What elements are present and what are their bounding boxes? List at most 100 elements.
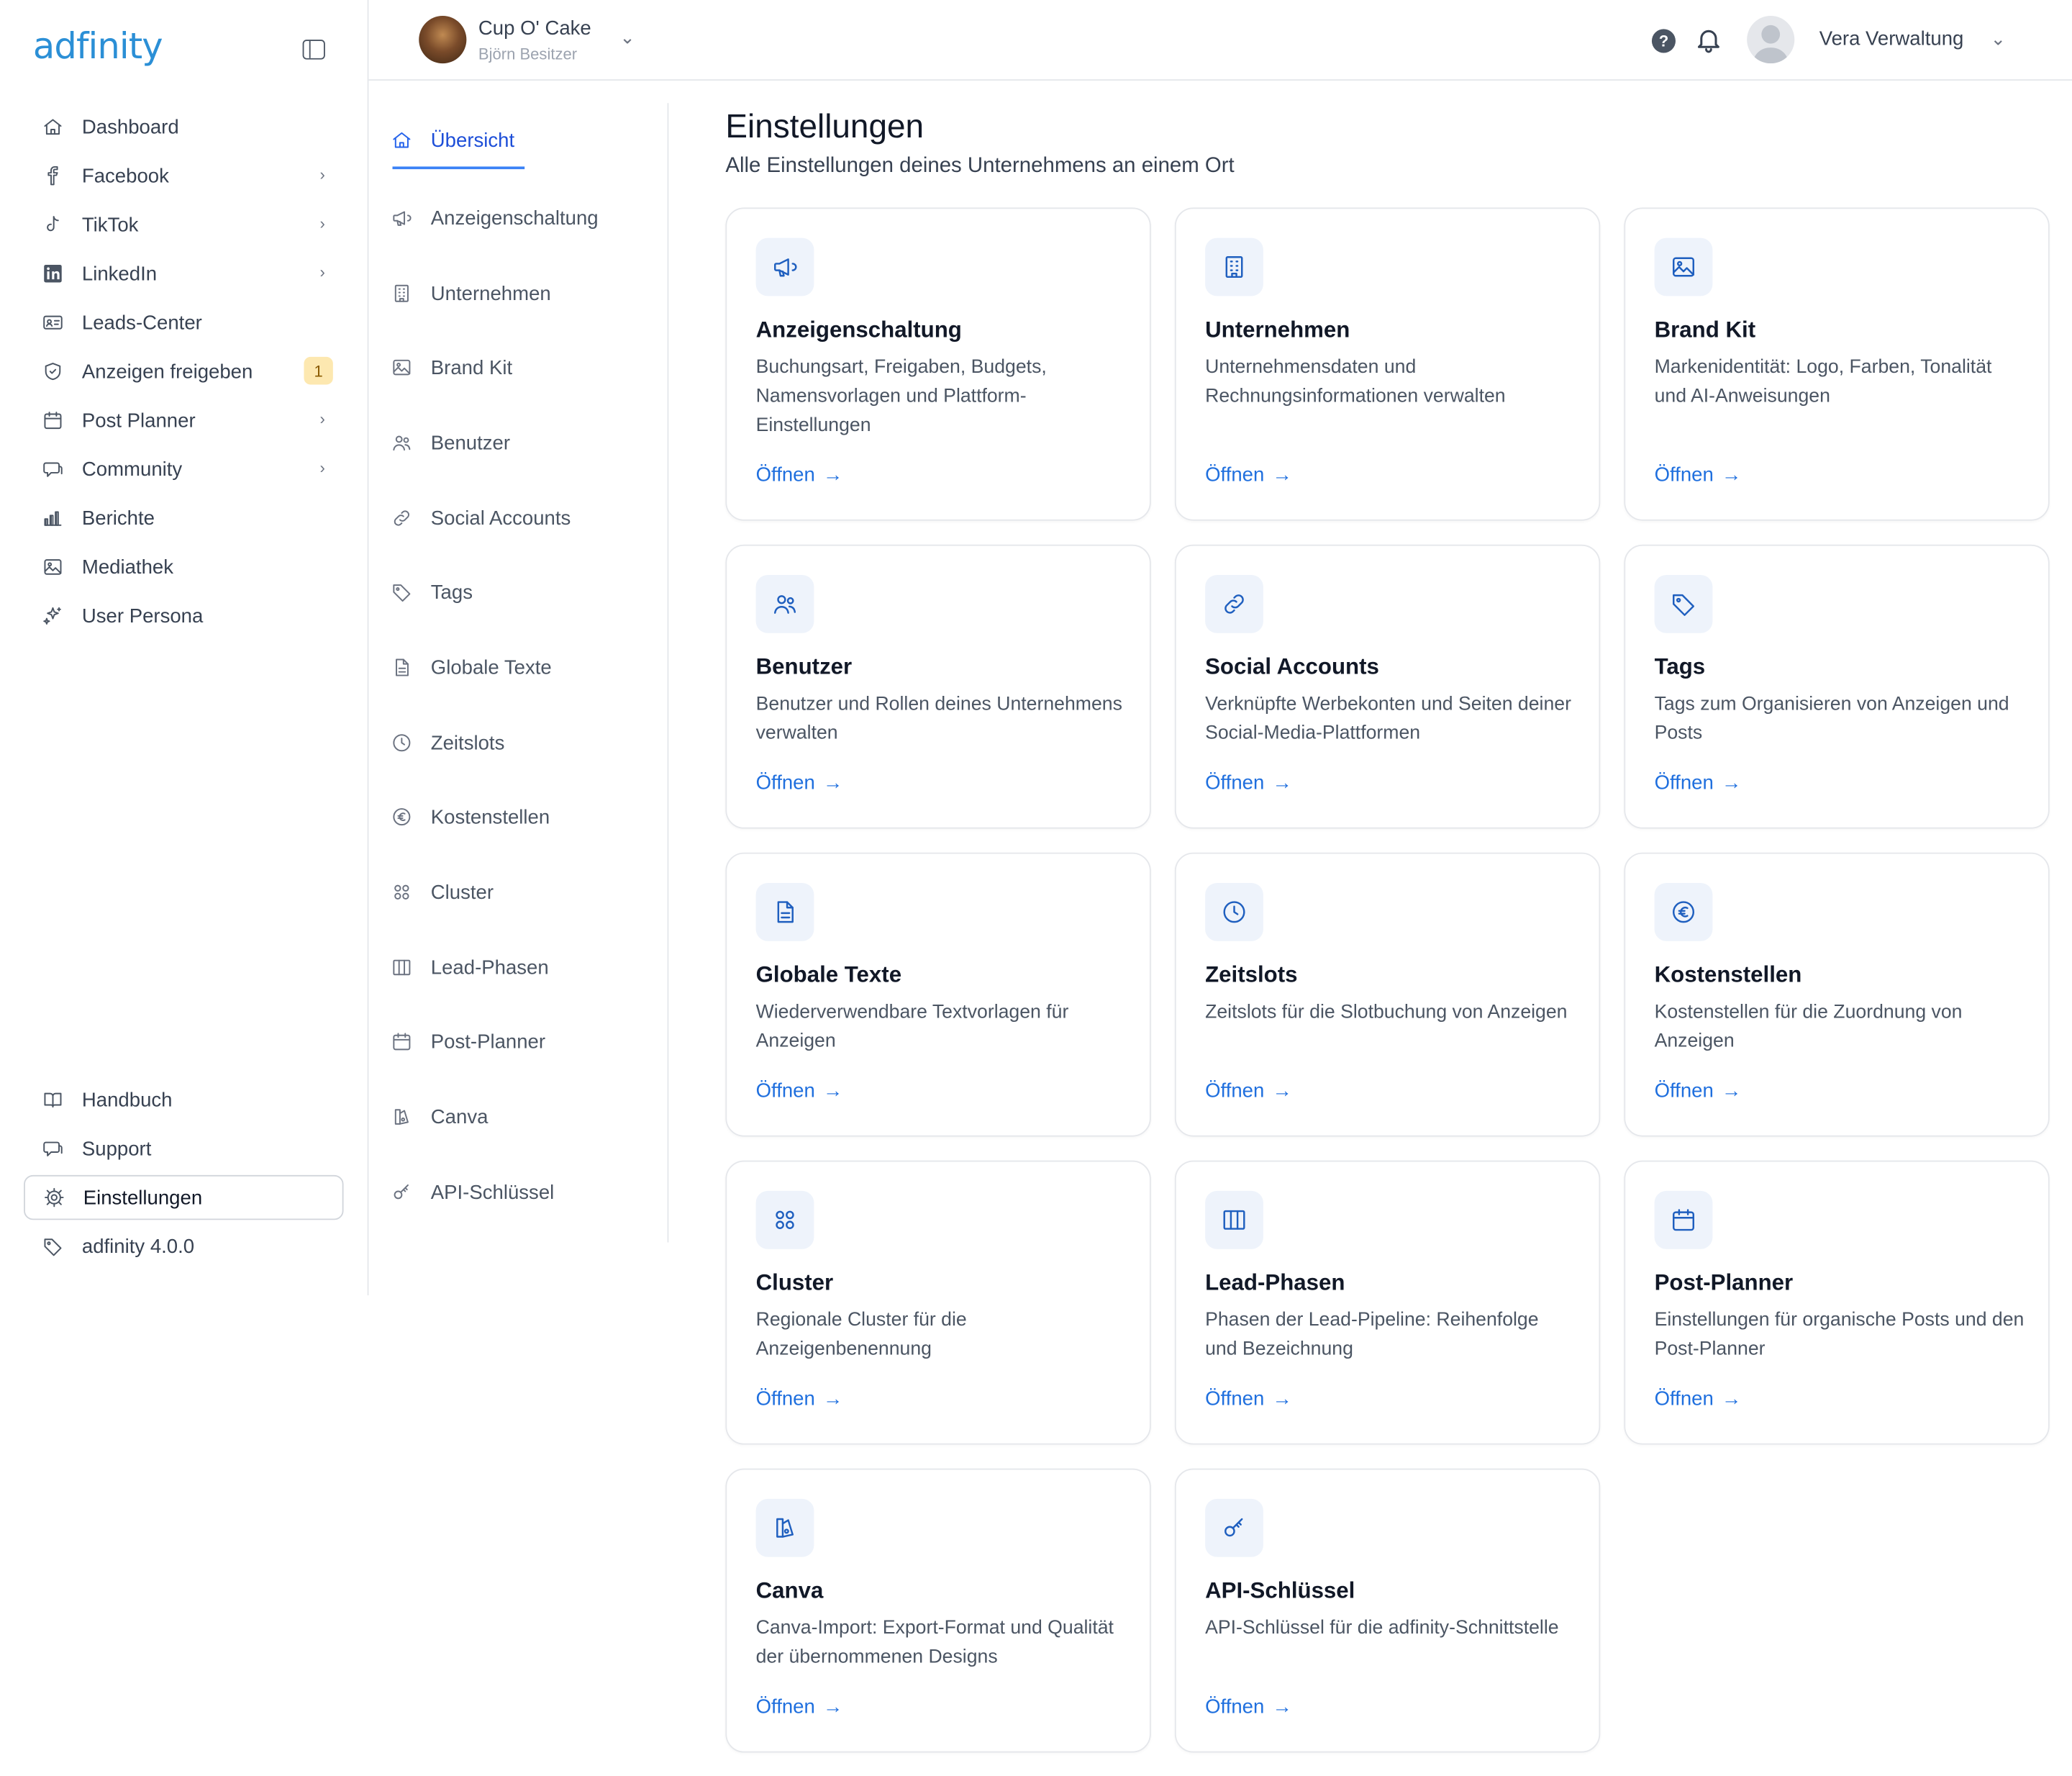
- adfinity-logo[interactable]: adfinity: [33, 27, 163, 68]
- gear-icon: [44, 1187, 65, 1208]
- sidebar-item-user-persona[interactable]: User Persona: [24, 594, 343, 638]
- open-link[interactable]: Öffnen →: [1655, 1388, 1742, 1410]
- open-link[interactable]: Öffnen →: [756, 1388, 843, 1410]
- open-link[interactable]: Öffnen →: [756, 464, 843, 486]
- sidebar-item-anzeigen-freigeben[interactable]: Anzeigen freigeben 1: [24, 349, 343, 394]
- subnav-item-label: Brand Kit: [430, 356, 513, 379]
- subnav-item-label: Kostenstellen: [430, 805, 550, 828]
- company-avatar[interactable]: [419, 16, 467, 64]
- arrow-right-icon: →: [1721, 463, 1742, 486]
- user-name[interactable]: Vera Verwaltung: [1819, 28, 1964, 50]
- open-link[interactable]: Öffnen →: [1655, 1080, 1742, 1102]
- sidebar-item-dashboard[interactable]: Dashboard: [24, 104, 343, 149]
- user-avatar[interactable]: [1747, 16, 1795, 64]
- chevron-right-icon: ›: [319, 214, 325, 233]
- open-link[interactable]: Öffnen →: [1205, 1080, 1292, 1102]
- sidebar-item-einstellungen[interactable]: Einstellungen: [24, 1174, 344, 1220]
- subnav-item-lead-phasen[interactable]: Lead-Phasen: [391, 945, 549, 989]
- notification-bell-icon[interactable]: [1694, 25, 1723, 54]
- subnav-item-benutzer[interactable]: Benutzer: [391, 420, 510, 465]
- open-link[interactable]: Öffnen →: [1655, 772, 1742, 794]
- company-switcher-chevron-icon[interactable]: ⌄: [619, 27, 635, 49]
- id-card-icon: [42, 312, 63, 332]
- subnav-item-globale-texte[interactable]: Globale Texte: [391, 645, 552, 689]
- sidebar-item-label: Facebook: [81, 164, 169, 187]
- settings-card-lead-phasen[interactable]: Lead-Phasen Phasen der Lead-Pipeline: Re…: [1174, 1160, 1601, 1445]
- sidebar-item-linkedin[interactable]: LinkedIn ›: [24, 251, 343, 296]
- open-link-label: Öffnen: [755, 1695, 815, 1718]
- subnav-item-label: Zeitslots: [430, 731, 505, 754]
- subnav-item-social-accounts[interactable]: Social Accounts: [391, 496, 571, 540]
- sidebar-item-tiktok[interactable]: TikTok ›: [24, 202, 343, 247]
- building-icon: [391, 283, 412, 304]
- subnav-item-label: Social Accounts: [430, 507, 571, 530]
- sidebar-item-community[interactable]: Community ›: [24, 447, 343, 491]
- subnav-item-canva[interactable]: Canva: [391, 1095, 489, 1139]
- image-icon: [1654, 237, 1713, 296]
- help-icon[interactable]: ?: [1651, 29, 1676, 53]
- subnav-item-cluster[interactable]: Cluster: [391, 870, 494, 915]
- open-link[interactable]: Öffnen →: [756, 1080, 843, 1102]
- subnav-item-unternehmen[interactable]: Unternehmen: [391, 271, 551, 316]
- settings-card-brand-kit[interactable]: Brand Kit Markenidentität: Logo, Farben,…: [1624, 207, 2050, 521]
- company-name[interactable]: Cup O' Cake: [478, 17, 591, 40]
- subnav-item-tags[interactable]: Tags: [391, 570, 473, 615]
- settings-card-anzeigenschaltung[interactable]: Anzeigenschaltung Buchungsart, Freigaben…: [725, 207, 1151, 521]
- subnav-item-kostenstellen[interactable]: Kostenstellen: [391, 794, 550, 839]
- settings-card-social-accounts[interactable]: Social Accounts Verknüpfte Werbekonten u…: [1174, 544, 1601, 829]
- settings-card-canva[interactable]: Canva Canva-Import: Export-Format und Qu…: [725, 1468, 1151, 1753]
- open-link[interactable]: Öffnen →: [756, 1696, 843, 1718]
- sidebar-item-adfinity-4-0-0[interactable]: adfinity 4.0.0: [24, 1224, 343, 1269]
- open-link-label: Öffnen: [1654, 1079, 1714, 1102]
- sidebar-item-support[interactable]: Support: [24, 1126, 343, 1171]
- chevron-right-icon: ›: [319, 409, 325, 429]
- settings-card-zeitslots[interactable]: Zeitslots Zeitslots für die Slotbuchung …: [1174, 852, 1601, 1137]
- arrow-right-icon: →: [1272, 1695, 1292, 1718]
- building-icon: [1205, 237, 1263, 296]
- home-icon: [391, 130, 412, 150]
- settings-card-benutzer[interactable]: Benutzer Benutzer und Rollen deines Unte…: [725, 544, 1151, 829]
- app: adfinity Dashboard Facebook › TikTok › L…: [0, 0, 2072, 1774]
- subnav-item-api-schl-ssel[interactable]: API-Schlüssel: [391, 1170, 554, 1215]
- sidebar-item-mediathek[interactable]: Mediathek: [24, 545, 343, 589]
- open-link[interactable]: Öffnen →: [756, 772, 843, 794]
- settings-card-unternehmen[interactable]: Unternehmen Unternehmensdaten und Rechnu…: [1174, 207, 1601, 521]
- subnav-item-anzeigenschaltung[interactable]: Anzeigenschaltung: [391, 196, 599, 240]
- open-link[interactable]: Öffnen →: [1205, 1696, 1292, 1718]
- sidebar-item-leads-center[interactable]: Leads-Center: [24, 300, 343, 345]
- sidebar-item-label: TikTok: [81, 213, 139, 236]
- open-link[interactable]: Öffnen →: [1205, 1388, 1292, 1410]
- settings-card-post-planner[interactable]: Post-Planner Einstellungen für organisch…: [1624, 1160, 2050, 1445]
- facebook-icon: [42, 166, 63, 186]
- settings-card-globale-texte[interactable]: Globale Texte Wiederverwendbare Textvorl…: [725, 852, 1151, 1137]
- subnav-item-label: Übersicht: [430, 129, 515, 152]
- card-description: Wiederverwendbare Textvorlagen für Anzei…: [755, 1002, 1069, 1053]
- open-link[interactable]: Öffnen →: [1205, 464, 1292, 486]
- grid-icon: [391, 882, 412, 902]
- sidebar-item-label: LinkedIn: [81, 262, 158, 285]
- subnav-item-label: Canva: [430, 1105, 489, 1128]
- open-link-label: Öffnen: [755, 771, 815, 794]
- settings-card-api-schl-ssel[interactable]: API-Schlüssel API-Schlüssel für die adfi…: [1174, 1468, 1601, 1753]
- subnav-item--bersicht[interactable]: Übersicht: [391, 117, 514, 162]
- subnav-item-label: Globale Texte: [430, 656, 552, 679]
- sidebar-item-post-planner[interactable]: Post Planner ›: [24, 398, 343, 443]
- sidebar-toggle-icon[interactable]: [302, 40, 325, 60]
- document-icon: [391, 657, 412, 678]
- subnav-item-zeitslots[interactable]: Zeitslots: [391, 720, 505, 765]
- sidebar-item-label: Berichte: [81, 507, 155, 530]
- sidebar-item-facebook[interactable]: Facebook ›: [24, 153, 343, 198]
- sidebar-item-berichte[interactable]: Berichte: [24, 496, 343, 540]
- open-link[interactable]: Öffnen →: [1655, 464, 1742, 486]
- subnav-item-post-planner[interactable]: Post-Planner: [391, 1019, 545, 1064]
- settings-card-tags[interactable]: Tags Tags zum Organisieren von Anzeigen …: [1624, 544, 2050, 829]
- open-link[interactable]: Öffnen →: [1205, 772, 1292, 794]
- subnav-item-brand-kit[interactable]: Brand Kit: [391, 345, 512, 389]
- sidebar-item-handbuch[interactable]: Handbuch: [24, 1077, 343, 1122]
- grid-icon: [755, 1190, 814, 1249]
- user-menu-chevron-icon[interactable]: ⌄: [1991, 28, 2007, 50]
- card-description: Einstellungen für organische Posts und d…: [1654, 1310, 2025, 1361]
- settings-card-kostenstellen[interactable]: Kostenstellen Kostenstellen für die Zuor…: [1624, 852, 2050, 1137]
- settings-card-cluster[interactable]: Cluster Regionale Cluster für die Anzeig…: [725, 1160, 1151, 1445]
- page-title: Einstellungen: [725, 108, 924, 146]
